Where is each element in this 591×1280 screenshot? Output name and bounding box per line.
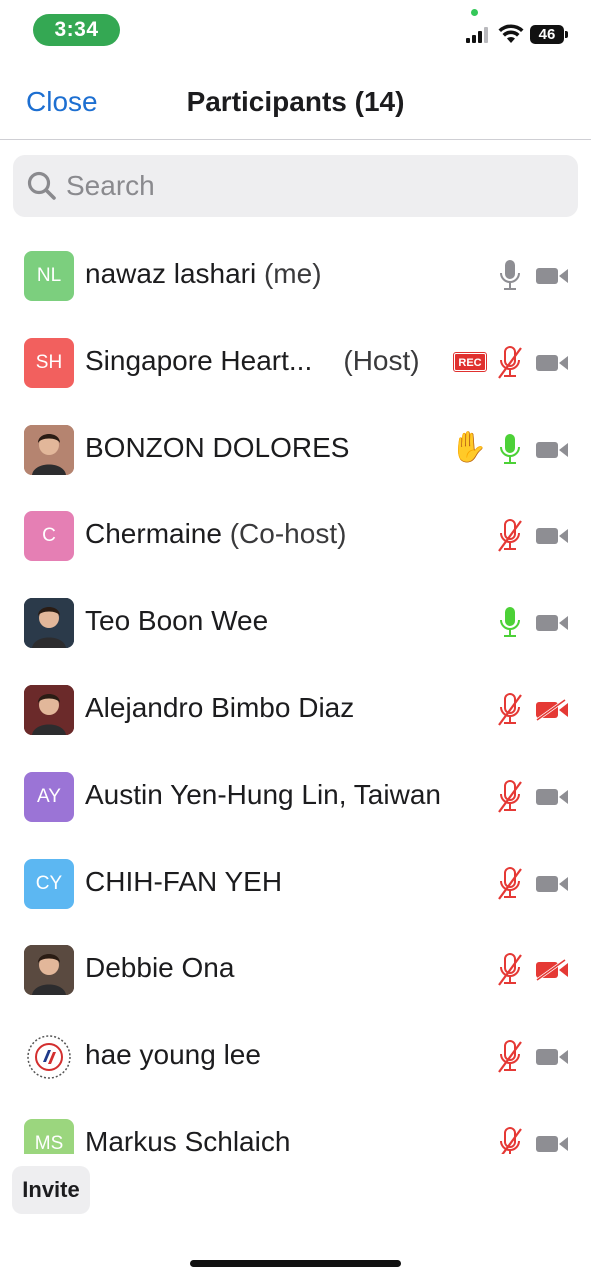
video-icon[interactable]	[535, 352, 569, 374]
wifi-icon	[498, 24, 524, 43]
participant-row[interactable]: AY Austin Yen-Hung Lin, Taiwan	[0, 753, 591, 840]
participant-row[interactable]: hae young lee	[0, 1013, 591, 1100]
participant-name: Singapore Heart... (Host)	[85, 345, 420, 377]
avatar	[24, 1032, 74, 1083]
mic-muted-icon[interactable]	[498, 692, 522, 728]
participant-name: Markus Schlaich	[85, 1126, 290, 1154]
avatar: MS	[24, 1119, 74, 1154]
participant-name: Alejandro Bimbo Diaz	[85, 692, 354, 724]
participant-name-text: nawaz lashari	[85, 258, 257, 289]
avatar: NL	[24, 251, 74, 301]
participant-role: (Co-host)	[229, 518, 347, 550]
participant-name-text: Markus Schlaich	[85, 1126, 291, 1154]
video-icon[interactable]	[535, 612, 569, 634]
participant-row[interactable]: SH Singapore Heart... (Host) REC	[0, 319, 591, 406]
mic-icon[interactable]	[498, 432, 522, 468]
participant-name: Debbie Ona	[85, 952, 234, 984]
participant-role: (me)	[263, 258, 322, 289]
avatar	[24, 685, 74, 735]
participant-name: CHIH-FAN YEH	[85, 866, 282, 898]
search-icon	[27, 171, 56, 200]
participant-role: (Host)	[343, 344, 420, 376]
avatar	[24, 598, 74, 649]
participant-name-text: Chermaine	[85, 518, 222, 550]
mic-muted-icon[interactable]	[498, 345, 522, 381]
video-icon[interactable]	[535, 1046, 569, 1068]
participant-name: hae young lee	[85, 1039, 261, 1071]
raised-hand-icon: ✋	[450, 430, 488, 464]
home-indicator	[190, 1260, 401, 1267]
participant-name-text: hae young lee	[85, 1039, 261, 1071]
video-icon[interactable]	[535, 1133, 569, 1154]
participant-name-text: Austin Yen-Hung Lin, Taiwan	[85, 778, 441, 810]
battery-level: 46	[530, 25, 568, 44]
participant-name-text: CHIH-FAN YEH	[85, 865, 283, 897]
participant-name: Teo Boon Wee	[85, 605, 268, 637]
mic-icon[interactable]	[498, 605, 522, 641]
participant-name-text: Teo Boon Wee	[85, 605, 269, 637]
avatar-photo	[24, 685, 74, 735]
avatar-logo-icon	[24, 1032, 74, 1083]
video-icon[interactable]	[535, 873, 569, 895]
participant-list[interactable]: NL nawaz lashari (me) SH Singapore Heart..…	[0, 232, 591, 1154]
participant-name: Austin Yen-Hung Lin, Taiwan	[85, 779, 441, 811]
avatar-photo	[24, 945, 74, 996]
mic-muted-icon[interactable]	[498, 1039, 522, 1075]
avatar: C	[24, 511, 74, 562]
participant-row[interactable]: MS Markus Schlaich	[0, 1100, 591, 1154]
status-time: 3:34	[33, 14, 120, 46]
participant-name: BONZON DOLORES	[85, 432, 349, 464]
participant-name-text: Singapore Heart...	[85, 344, 313, 376]
avatar: SH	[24, 337, 74, 388]
participant-row[interactable]: C Chermaine (Co-host)	[0, 492, 591, 579]
avatar	[24, 424, 74, 475]
cellular-signal-icon	[466, 27, 492, 43]
video-icon[interactable]	[535, 786, 569, 808]
mic-muted-icon[interactable]	[498, 866, 522, 902]
mic-muted-icon[interactable]	[498, 779, 522, 815]
participant-name-text: Debbie Ona	[85, 952, 235, 984]
camera-in-use-indicator	[471, 9, 478, 16]
video-stopped-icon[interactable]	[535, 959, 569, 982]
participant-name: nawaz lashari (me)	[85, 258, 322, 290]
participant-name: Chermaine (Co-host)	[85, 518, 346, 550]
participant-row[interactable]: BONZON DOLORES ✋	[0, 406, 591, 493]
header: Participants (14) Close	[0, 60, 591, 140]
participant-row[interactable]: Alejandro Bimbo Diaz	[0, 666, 591, 753]
status-bar: 3:34 46	[0, 0, 591, 60]
participant-name-text: Alejandro Bimbo Diaz	[85, 692, 355, 723]
recording-badge: REC	[453, 351, 487, 372]
participant-row[interactable]: CY CHIH-FAN YEH	[0, 840, 591, 927]
avatar	[24, 945, 74, 996]
participant-name-text: BONZON DOLORES	[85, 431, 350, 463]
mic-icon[interactable]	[498, 258, 522, 294]
participant-row[interactable]: NL nawaz lashari (me)	[0, 232, 591, 319]
video-icon[interactable]	[535, 439, 569, 461]
invite-button[interactable]: Invite	[12, 1166, 90, 1214]
video-icon[interactable]	[535, 265, 569, 287]
mic-muted-icon[interactable]	[498, 1126, 522, 1154]
avatar-photo	[24, 424, 74, 475]
close-button[interactable]: Close	[26, 86, 98, 118]
avatar: AY	[24, 771, 74, 822]
avatar: CY	[24, 858, 74, 909]
mic-muted-icon[interactable]	[498, 952, 522, 988]
search-bar[interactable]	[13, 155, 578, 217]
participant-row[interactable]: Debbie Ona	[0, 926, 591, 1013]
video-icon[interactable]	[535, 525, 569, 547]
participant-row[interactable]: Teo Boon Wee	[0, 579, 591, 666]
video-stopped-icon[interactable]	[535, 699, 569, 721]
mic-muted-icon[interactable]	[498, 518, 522, 554]
avatar-photo	[24, 598, 74, 649]
search-input[interactable]	[66, 167, 546, 205]
